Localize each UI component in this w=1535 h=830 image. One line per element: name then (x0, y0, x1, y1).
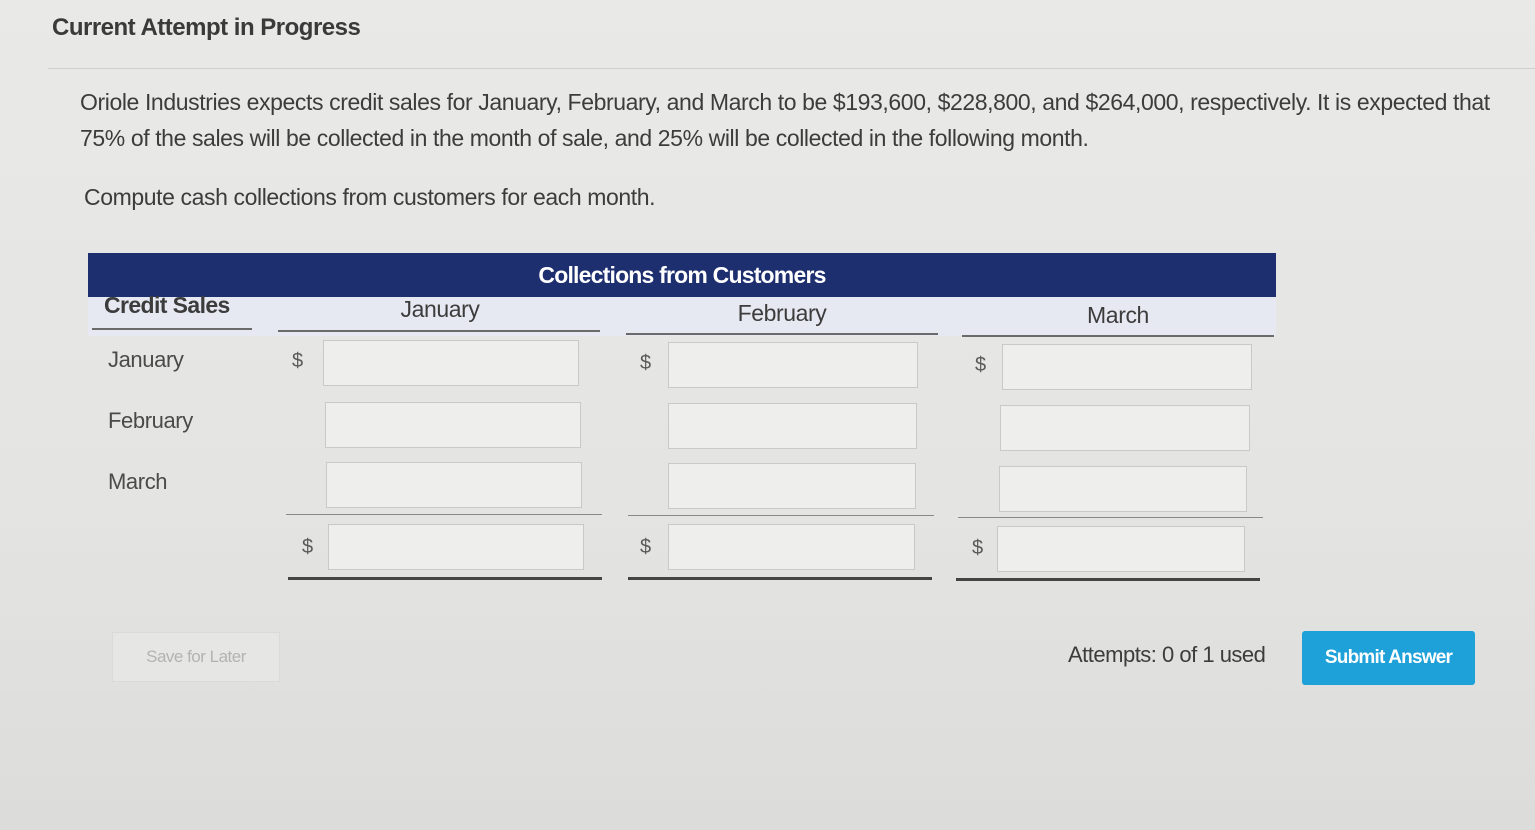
currency-symbol: $ (292, 350, 304, 372)
currency-symbol: $ (640, 352, 652, 374)
column-header-february: February (737, 300, 827, 326)
jan-sales-feb-collection-input[interactable] (668, 342, 918, 388)
total-underline (956, 578, 1260, 581)
column-underline-february (626, 333, 938, 335)
currency-symbol: $ (640, 536, 652, 558)
question-text: Oriole Industries expects credit sales f… (80, 89, 1490, 151)
mar-sales-feb-collection-input[interactable] (668, 463, 916, 509)
column-underline-january (278, 330, 600, 332)
mar-sales-mar-collection-input[interactable] (999, 466, 1247, 512)
total-feb-collection-input[interactable] (668, 524, 915, 570)
credit-sales-header: Credit Sales (104, 292, 230, 318)
feb-sales-feb-collection-input[interactable] (668, 403, 917, 449)
currency-symbol: $ (302, 536, 314, 558)
feb-sales-jan-collection-input[interactable] (325, 402, 581, 448)
currency-symbol: $ (975, 354, 987, 376)
table-title: Collections from Customers (88, 253, 1276, 297)
mar-sales-jan-collection-input[interactable] (326, 462, 582, 508)
submit-answer-button[interactable]: Submit Answer (1302, 631, 1475, 685)
total-underline (628, 577, 932, 580)
credit-sales-underline (92, 328, 252, 330)
attempt-status-title: Current Attempt in Progress (52, 14, 361, 41)
column-underline-march (962, 335, 1274, 337)
column-header-january: January (400, 296, 480, 322)
column-header-march: March (1087, 302, 1149, 328)
subtotal-rule (958, 517, 1263, 518)
save-for-later-button[interactable]: Save for Later (112, 632, 280, 682)
jan-sales-mar-collection-input[interactable] (1002, 344, 1252, 390)
total-mar-collection-input[interactable] (997, 526, 1245, 572)
question-instruction: Compute cash collections from customers … (84, 184, 656, 210)
row-label-march: March (108, 469, 168, 494)
feb-sales-mar-collection-input[interactable] (1000, 405, 1250, 451)
attempts-counter: Attempts: 0 of 1 used (1068, 642, 1266, 667)
jan-sales-jan-collection-input[interactable] (323, 340, 579, 386)
row-label-january: January (108, 347, 184, 372)
total-jan-collection-input[interactable] (328, 524, 584, 570)
subtotal-rule (628, 515, 934, 516)
total-underline (288, 577, 602, 580)
subtotal-rule (286, 514, 602, 515)
row-label-february: February (108, 408, 193, 433)
currency-symbol: $ (972, 537, 984, 559)
title-divider (48, 68, 1535, 69)
